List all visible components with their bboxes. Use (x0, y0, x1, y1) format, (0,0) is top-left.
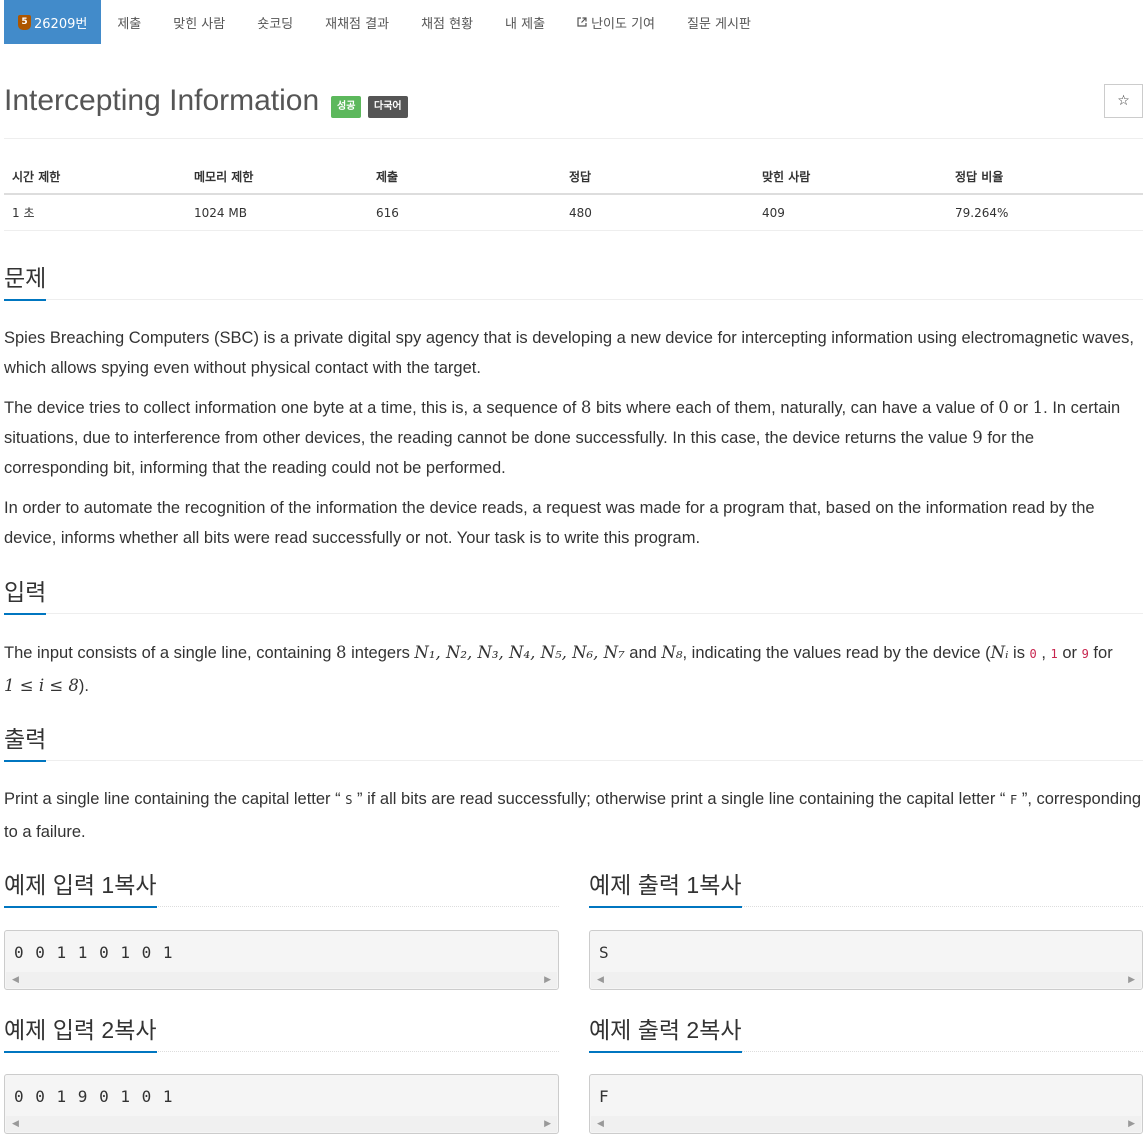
output-heading: 출력 (4, 720, 47, 762)
header-accepted: 정답 (561, 159, 754, 195)
problem-paragraph-2: The device tries to collect information … (4, 398, 1121, 477)
sample-input-1-header: 예제 입력 1복사 (4, 866, 559, 908)
time-limit-value: 1 초 (4, 194, 186, 231)
short-coding-tab[interactable]: 숏코딩 (241, 0, 309, 44)
scroll-left-icon[interactable]: ◀ (12, 1119, 19, 1129)
problem-menu: 5 26209번 제출 맞힌 사람 숏코딩 재채점 결과 채점 현황 내 제출 … (4, 0, 767, 44)
scroll-right-icon[interactable]: ▶ (1128, 975, 1135, 985)
problem-paragraph-3: In order to automate the recognition of … (4, 499, 1095, 547)
submissions-value: 616 (368, 194, 561, 231)
header-submissions: 제출 (368, 159, 561, 195)
scroll-right-icon[interactable]: ▶ (1128, 1119, 1135, 1129)
solved-label: 성공 (331, 96, 362, 118)
scroll-left-icon[interactable]: ◀ (597, 1119, 604, 1129)
my-submissions-tab[interactable]: 내 제출 (489, 0, 561, 44)
scroll-left-icon[interactable]: ◀ (12, 975, 19, 985)
status-tab[interactable]: 채점 현황 (405, 0, 489, 44)
input-description: The input consists of a single line, con… (4, 643, 1113, 695)
sample-output-2-header: 예제 출력 2복사 (589, 1011, 1143, 1053)
sample-input-2-box[interactable]: 0 0 1 9 0 1 0 1 ◀ ▶ (4, 1074, 559, 1134)
table-header-row: 시간 제한 메모리 제한 제출 정답 맞힌 사람 정답 비율 (4, 159, 1143, 195)
header-ratio: 정답 비율 (947, 159, 1143, 195)
difficulty-contribution-tab[interactable]: 난이도 기여 (561, 0, 671, 44)
sample-output-2-title: 예제 출력 2 (589, 1017, 700, 1043)
solvers-value: 409 (754, 194, 947, 231)
sample-input-2-value: 0 0 1 9 0 1 0 1 (14, 1087, 174, 1106)
memory-limit-value: 1024 MB (186, 194, 368, 231)
problem-section-header: 문제 (4, 259, 1143, 301)
copy-sample-input-2-button[interactable]: 복사 (114, 1017, 156, 1043)
submit-tab[interactable]: 제출 (101, 0, 157, 44)
difficulty-contribution-label: 난이도 기여 (591, 16, 655, 32)
sample-input-2-title: 예제 입력 2 (4, 1017, 115, 1043)
sample-input-1-box[interactable]: 0 0 1 1 0 1 0 1 ◀ ▶ (4, 930, 559, 990)
problem-heading: 문제 (4, 259, 47, 301)
output-section-header: 출력 (4, 720, 1143, 762)
header-memory-limit: 메모리 제한 (186, 159, 368, 195)
input-heading: 입력 (4, 573, 47, 615)
sample-output-1-value: S (599, 943, 610, 962)
problem-number-tab[interactable]: 5 26209번 (4, 0, 102, 44)
problem-number: 26209번 (34, 16, 88, 32)
input-section-header: 입력 (4, 573, 1143, 615)
sample-output-2-value: F (599, 1087, 610, 1106)
sample-output-2-box[interactable]: F ◀ ▶ (589, 1074, 1143, 1134)
problem-title-row: Intercepting Information 성공 다국어 ☆ (4, 84, 1143, 139)
table-row: 1 초 1024 MB 616 480 409 79.264% (4, 194, 1143, 231)
star-icon: ☆ (1117, 93, 1130, 109)
problem-info-table: 시간 제한 메모리 제한 제출 정답 맞힌 사람 정답 비율 1 초 1024 … (4, 159, 1143, 231)
ratio-value: 79.264% (947, 194, 1143, 231)
sample-input-2-header: 예제 입력 2복사 (4, 1011, 559, 1053)
header-solvers: 맞힌 사람 (754, 159, 947, 195)
horizontal-scrollbar[interactable]: ◀ ▶ (6, 972, 557, 988)
external-link-icon (577, 17, 587, 27)
horizontal-scrollbar[interactable]: ◀ ▶ (591, 972, 1141, 988)
copy-sample-output-1-button[interactable]: 복사 (699, 872, 741, 898)
sample-input-1-title: 예제 입력 1 (4, 872, 115, 898)
problem-paragraph-1: Spies Breaching Computers (SBC) is a pri… (4, 329, 1134, 377)
scroll-left-icon[interactable]: ◀ (597, 975, 604, 985)
horizontal-scrollbar[interactable]: ◀ ▶ (591, 1116, 1141, 1132)
rejudge-tab[interactable]: 재채점 결과 (309, 0, 405, 44)
sample-output-1-header: 예제 출력 1복사 (589, 866, 1143, 908)
accepted-value: 480 (561, 194, 754, 231)
output-description: Print a single line containing the capit… (4, 790, 1142, 841)
qna-board-tab[interactable]: 질문 게시판 (671, 0, 767, 44)
horizontal-scrollbar[interactable]: ◀ ▶ (6, 1116, 557, 1132)
sample-output-1-title: 예제 출력 1 (589, 872, 700, 898)
copy-sample-output-2-button[interactable]: 복사 (699, 1017, 741, 1043)
solvers-tab[interactable]: 맞힌 사람 (157, 0, 241, 44)
multilingual-label: 다국어 (368, 96, 408, 118)
sample-input-1-value: 0 0 1 1 0 1 0 1 (14, 943, 174, 962)
copy-sample-input-1-button[interactable]: 복사 (114, 872, 156, 898)
scroll-right-icon[interactable]: ▶ (544, 1119, 551, 1129)
problem-title: Intercepting Information (4, 84, 320, 117)
header-time-limit: 시간 제한 (4, 159, 186, 195)
sample-output-1-box[interactable]: S ◀ ▶ (589, 930, 1143, 990)
favorite-star-button[interactable]: ☆ (1104, 84, 1143, 118)
tier-badge-icon: 5 (18, 14, 31, 30)
scroll-right-icon[interactable]: ▶ (544, 975, 551, 985)
